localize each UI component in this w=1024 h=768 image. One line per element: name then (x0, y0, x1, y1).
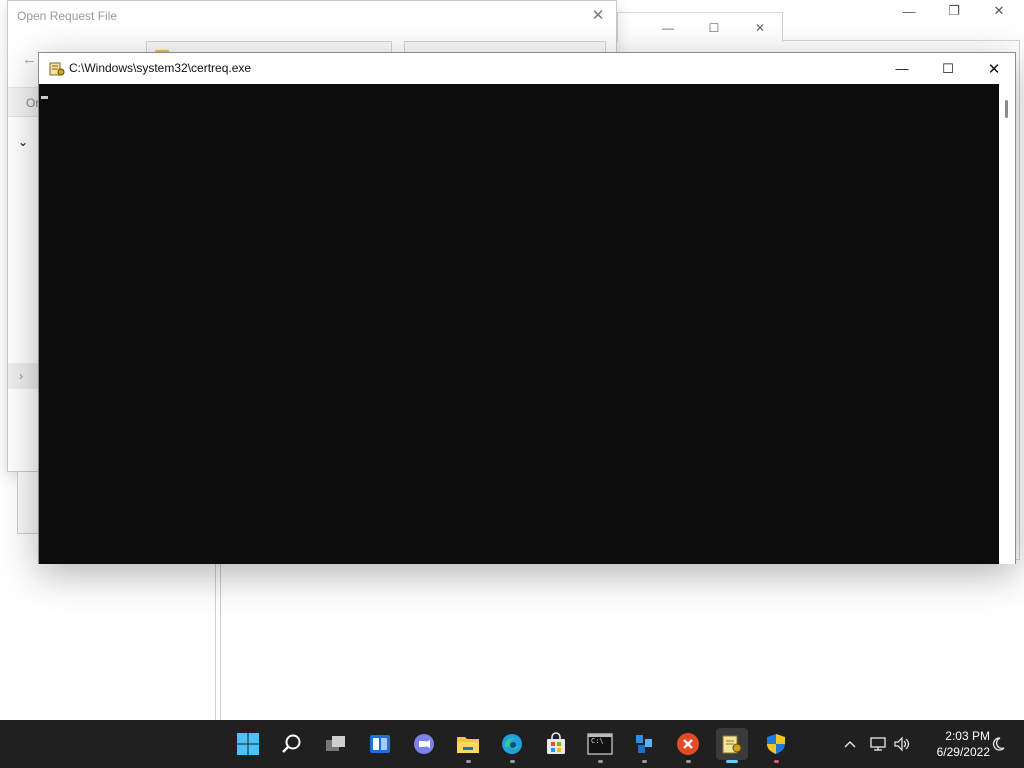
svg-text:C:\: C:\ (591, 737, 604, 745)
scrollbar-thumb[interactable] (1005, 100, 1008, 118)
running-indicator (598, 760, 603, 763)
edge-button[interactable] (496, 728, 528, 763)
terminal-icon: C:\ (587, 733, 613, 755)
taskbar: C:\ 2:03 PM 6/29/2022 (0, 720, 1024, 768)
running-indicator (642, 760, 647, 763)
bg-minimize-button[interactable]: — (886, 0, 932, 22)
network-app-icon (636, 735, 652, 753)
terminal-button[interactable]: C:\ (584, 728, 616, 763)
volume-tray-button[interactable] (890, 720, 914, 768)
store-icon (547, 732, 565, 754)
security-button[interactable] (760, 728, 792, 763)
console-maximize-button[interactable]: ☐ (925, 53, 971, 84)
console-output-area[interactable] (39, 84, 999, 564)
volume-icon (894, 736, 910, 752)
network-app-button[interactable] (628, 728, 660, 763)
clock-date: 6/29/2022 (936, 745, 990, 759)
windows-logo-icon (237, 733, 259, 755)
win2-close-button[interactable]: ✕ (750, 19, 770, 37)
win2-minimize-button[interactable]: — (658, 19, 678, 37)
taskbar-search-button[interactable] (276, 728, 308, 760)
dialog-lower-frame (17, 472, 39, 534)
bg-close-button[interactable]: ✕ (976, 0, 1022, 22)
widgets-button[interactable] (364, 728, 396, 760)
network-icon (870, 737, 886, 751)
console-scrollbar[interactable] (999, 84, 1015, 564)
active-indicator (726, 760, 738, 763)
shield-icon (767, 734, 785, 754)
red-app-button[interactable] (672, 728, 704, 763)
certreq-taskbar-button[interactable] (716, 728, 748, 763)
console-title: C:\Windows\system32\certreq.exe (69, 61, 252, 75)
start-button[interactable] (232, 728, 264, 760)
focus-assist-button[interactable] (986, 720, 1010, 768)
task-view-icon (326, 736, 345, 751)
running-indicator (466, 760, 471, 763)
text-cursor (41, 96, 48, 99)
certreq-console-window: C:\Windows\system32\certreq.exe — ☐ ✕ (38, 52, 1016, 564)
chevron-down-icon[interactable]: ⌄ (18, 135, 28, 149)
console-titlebar[interactable]: C:\Windows\system32\certreq.exe — ☐ ✕ (39, 53, 1015, 84)
running-indicator (774, 760, 779, 763)
folder-icon (457, 737, 479, 753)
key-certificate-icon (722, 735, 742, 754)
teams-chat-icon (414, 734, 434, 754)
back-arrow-icon[interactable]: ← (22, 51, 37, 68)
certificate-key-icon (49, 62, 65, 76)
task-view-button[interactable] (320, 728, 352, 760)
dialog-title: Open Request File (17, 9, 118, 23)
bg-restore-button[interactable]: ❐ (931, 0, 977, 22)
background-window-titlebar: — ☐ ✕ (617, 12, 783, 42)
console-close-button[interactable]: ✕ (971, 53, 1017, 84)
widgets-icon (370, 735, 390, 753)
bg-pane-splitter[interactable] (216, 560, 221, 720)
edge-icon (502, 734, 522, 754)
network-tray-button[interactable] (866, 720, 890, 768)
win2-maximize-button[interactable]: ☐ (704, 19, 724, 37)
bg-left-pane (0, 560, 216, 720)
running-indicator (510, 760, 515, 763)
show-hidden-icons-button[interactable] (840, 720, 860, 768)
console-minimize-button[interactable]: — (879, 53, 925, 84)
file-explorer-button[interactable] (452, 728, 484, 763)
search-icon (282, 734, 301, 753)
store-button[interactable] (540, 728, 572, 760)
red-x-icon (677, 733, 699, 755)
moon-icon (992, 737, 1005, 751)
nav-pane-row[interactable]: › (8, 363, 40, 389)
chat-button[interactable] (408, 728, 440, 760)
chevron-right-icon[interactable]: › (19, 369, 23, 383)
clock[interactable]: 2:03 PM 6/29/2022 (912, 728, 990, 760)
chevron-up-icon (844, 741, 856, 748)
clock-time: 2:03 PM (945, 729, 990, 743)
running-indicator (686, 760, 691, 763)
dialog-close-button[interactable]: ✕ (588, 5, 608, 25)
